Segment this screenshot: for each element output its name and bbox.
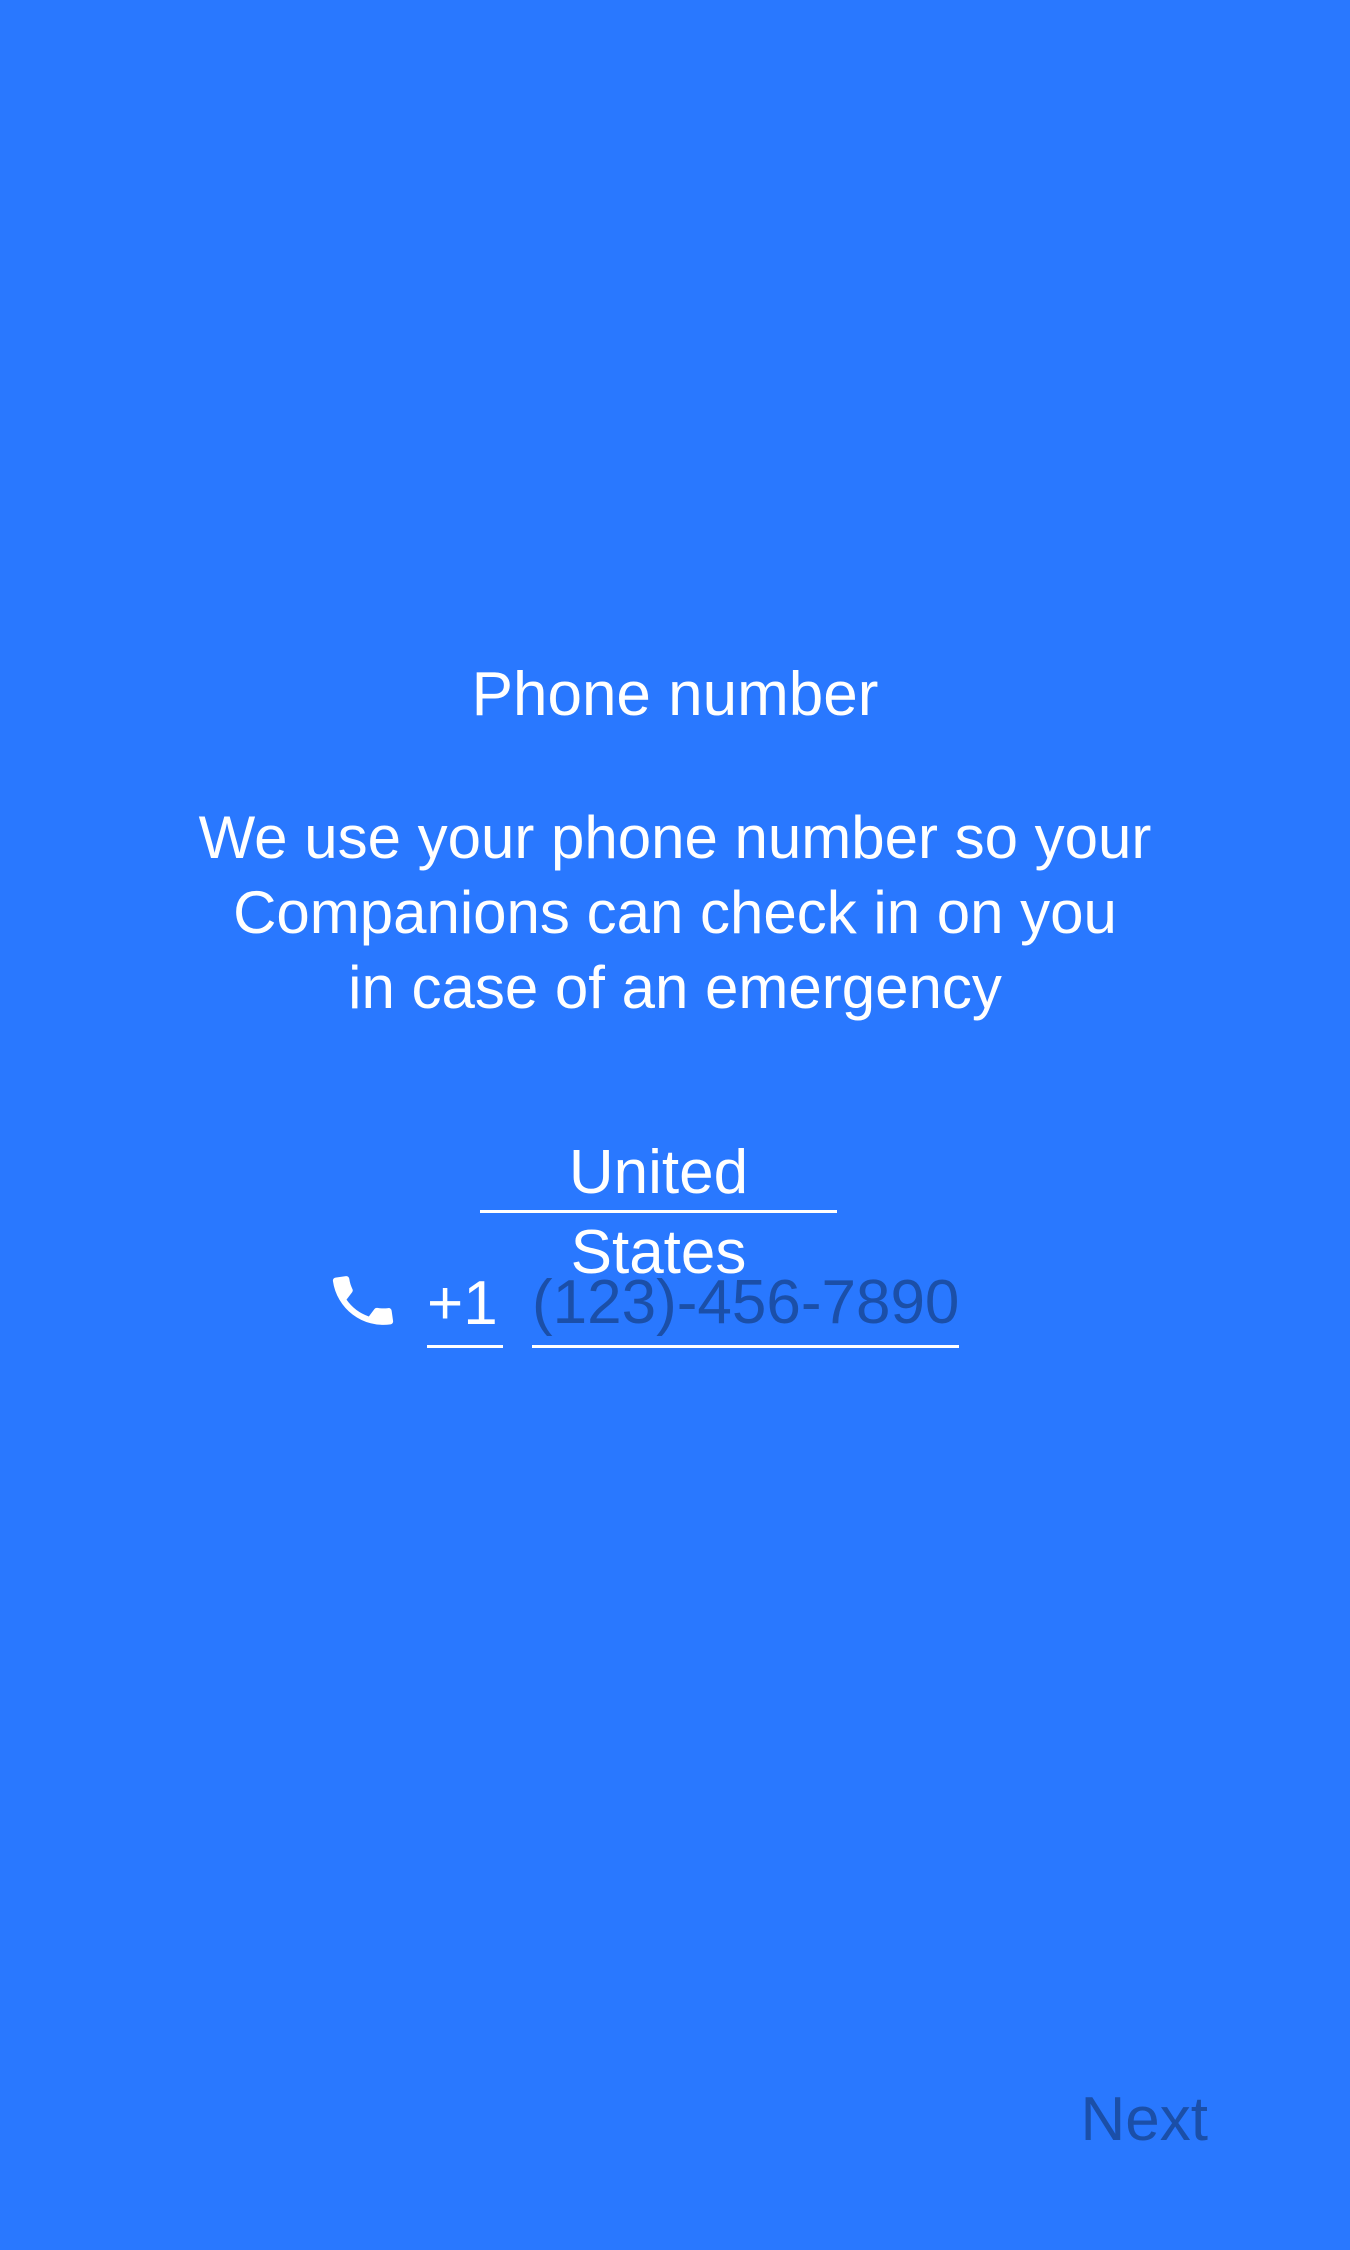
description-text: We use your phone number so your Compani… [0, 800, 1350, 1025]
description-line: We use your phone number so your [198, 804, 1152, 871]
phone-number-screen: Phone number We use your phone number so… [0, 0, 1350, 2250]
country-code[interactable]: +1 [427, 1260, 503, 1348]
page-title: Phone number [471, 660, 879, 729]
phone-number-input[interactable] [532, 1260, 959, 1348]
description-line: in case of an emergency [348, 954, 1002, 1021]
phone-icon [327, 1265, 399, 1337]
country-selector[interactable]: United States [480, 1133, 837, 1287]
phone-row: +1 [0, 1260, 1350, 1360]
next-button[interactable]: Next [1081, 2080, 1208, 2160]
description-line: Companions can check in on you [233, 879, 1117, 946]
